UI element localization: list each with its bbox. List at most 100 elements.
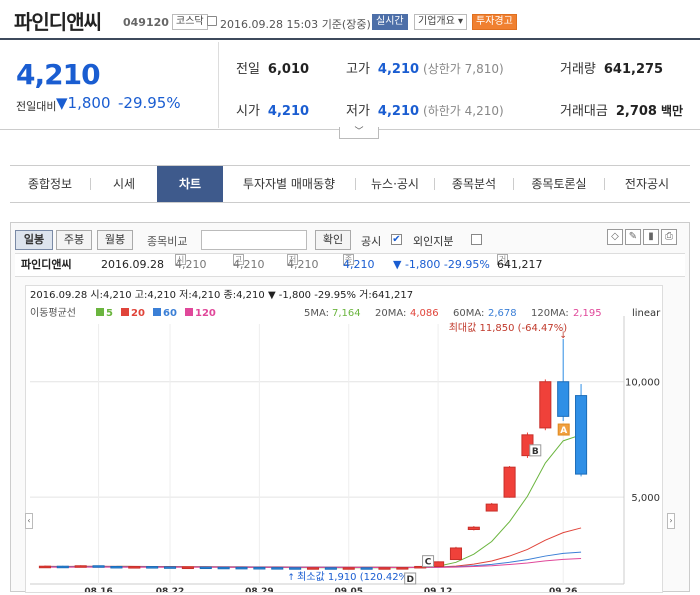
price-change: ▼1,800 (56, 94, 111, 112)
candle[interactable] (378, 567, 391, 570)
candle[interactable] (235, 566, 248, 570)
ma-value: 2,195 (573, 308, 602, 319)
candle[interactable] (289, 567, 302, 570)
quote-bar-name: 파인디앤씨 (21, 258, 72, 271)
candle[interactable] (342, 567, 355, 570)
company-overview-button[interactable]: 기업개요 ▾ (414, 14, 468, 30)
max-value-label: 최대값 11,850 (-64.47%) (449, 322, 568, 334)
investment-warning-badge: 투자경고 (472, 14, 517, 30)
candle[interactable] (38, 565, 51, 569)
marker-label: B (532, 447, 539, 457)
candle[interactable] (485, 503, 498, 512)
tab-news[interactable]: 뉴스·공시 (356, 166, 434, 202)
tab-quote[interactable]: 시세 (91, 166, 157, 202)
candle[interactable] (324, 567, 337, 570)
chart-info-line: 2016.09.28 시:4,210 고:4,210 저:4,210 종:4,2… (30, 289, 413, 301)
candle[interactable] (128, 566, 141, 569)
max-arrow-icon: ↓ (559, 331, 567, 341)
ma-legend-label: 이동평균선 (30, 307, 76, 319)
notice-checkbox[interactable]: ✔ (391, 234, 402, 245)
weekly-button[interactable]: 주봉 (56, 230, 92, 250)
prev-compare-label: 전일대비 (16, 100, 57, 113)
candle[interactable] (146, 566, 159, 569)
shape-tool-icon[interactable]: ◇ (607, 229, 623, 245)
candle[interactable] (557, 381, 570, 417)
y-tick-label: 5,000 (631, 493, 660, 504)
stat-volume: 거래량 641,275 (560, 62, 664, 77)
candle[interactable] (467, 526, 480, 531)
candle[interactable] (539, 381, 552, 429)
x-tick-label: 09.26 (549, 587, 577, 592)
chart-scale-label: linear (632, 308, 661, 319)
stock-code: 049120 (123, 16, 169, 29)
print-icon[interactable]: ⎙ (661, 229, 677, 245)
candle[interactable] (503, 466, 516, 498)
tab-discussion[interactable]: 종목토론실 (514, 166, 604, 202)
quote-datetime: 2016.09.28 15:03 기준(장중) (220, 18, 371, 31)
realtime-button[interactable]: 실시간 (372, 14, 408, 30)
stat-high: 고가 4,210 (상한가 7,810) (346, 62, 504, 77)
candle[interactable] (92, 565, 105, 568)
tab-overview[interactable]: 종합정보 (10, 166, 90, 202)
candle[interactable] (575, 395, 588, 475)
candle[interactable] (306, 567, 320, 570)
stock-name: 파인디앤씨 (14, 10, 102, 34)
quote-bar: 파인디앤씨 2016.09.28 시 4,210 고 4,210 저 4,210 종4… (15, 253, 685, 277)
ma-legend-label: 20 (131, 308, 145, 319)
panel-toggle-icon[interactable]: ▮ (643, 229, 659, 245)
stock-header: 파인디앤씨 049120 코스닥 2016.09.28 15:03 기준(장중)… (0, 0, 700, 40)
tab-investor-trend[interactable]: 투자자별 매매동향 (223, 166, 355, 202)
scroll-left-button[interactable]: ‹ (25, 513, 33, 529)
candle[interactable] (181, 566, 194, 570)
candle[interactable] (199, 566, 212, 570)
foreign-checkbox[interactable] (471, 234, 482, 245)
down-arrow-icon: ▼ (56, 94, 68, 112)
candle[interactable] (74, 565, 87, 568)
candle[interactable] (56, 565, 69, 569)
compare-label: 종목비교 (147, 235, 188, 248)
ma-value-label: 60MA: (453, 308, 484, 319)
candle[interactable] (217, 566, 230, 570)
ma-legend-label: 60 (163, 308, 177, 319)
candle[interactable] (432, 561, 445, 567)
tab-disclosure[interactable]: 전자공시 (605, 166, 689, 202)
clock-icon (207, 16, 217, 26)
compare-input[interactable] (201, 230, 307, 250)
stock-tabs: 종합정보 시세 차트 투자자별 매매동향 뉴스·공시 종목분석 종목토론실 전자… (10, 165, 690, 203)
scroll-right-button[interactable]: › (667, 513, 675, 529)
candle[interactable] (360, 567, 373, 570)
confirm-button[interactable]: 확인 (315, 230, 351, 250)
quote-bar-date: 2016.09.28 (101, 258, 164, 271)
candle[interactable] (253, 566, 266, 570)
ma-legend-label: 5 (106, 308, 113, 319)
candlestick-chart[interactable]: 2016.09.28 시:4,210 고:4,210 저:4,210 종:4,2… (25, 285, 663, 595)
pen-tool-icon[interactable]: ✎ (625, 229, 641, 245)
market-badge: 코스닥 (172, 14, 208, 30)
expand-toggle-button[interactable]: ﹀ (339, 127, 379, 139)
current-price: 4,210 (16, 58, 101, 91)
candle[interactable] (271, 567, 284, 570)
candle[interactable] (163, 566, 177, 569)
candle[interactable] (396, 567, 409, 570)
ma-legend-swatch (185, 308, 193, 316)
marker-label: A (560, 426, 567, 436)
candle[interactable] (110, 565, 123, 569)
x-tick-label: 09.12 (424, 587, 452, 592)
ma-value-label: 120MA: (531, 308, 569, 319)
ma-legend-swatch (96, 308, 104, 316)
x-tick-label: 08.16 (84, 587, 112, 592)
daily-button[interactable]: 일봉 (15, 230, 53, 250)
stat-trade-value: 거래대금 2,708 백만 (560, 104, 684, 119)
tab-chart[interactable]: 차트 (157, 166, 223, 202)
foreign-label: 외인지분 (413, 235, 454, 248)
monthly-button[interactable]: 월봉 (97, 230, 133, 250)
chart-panel: 일봉 주봉 월봉 종목비교 확인 공시 ✔ 외인지분 ◇ ✎ ▮ ⎙ 파인디앤씨… (10, 222, 690, 595)
candle[interactable] (449, 547, 463, 561)
stat-open: 시가 4,210 (236, 104, 310, 119)
ma-legend-label: 120 (195, 308, 216, 319)
tab-analysis[interactable]: 종목분석 (435, 166, 513, 202)
ma-value-label: 20MA: (375, 308, 406, 319)
price-change-percent: -29.95% (118, 94, 181, 112)
stat-low: 저가 4,210 (하한가 4,210) (346, 104, 504, 119)
ma-legend-swatch (121, 308, 129, 316)
